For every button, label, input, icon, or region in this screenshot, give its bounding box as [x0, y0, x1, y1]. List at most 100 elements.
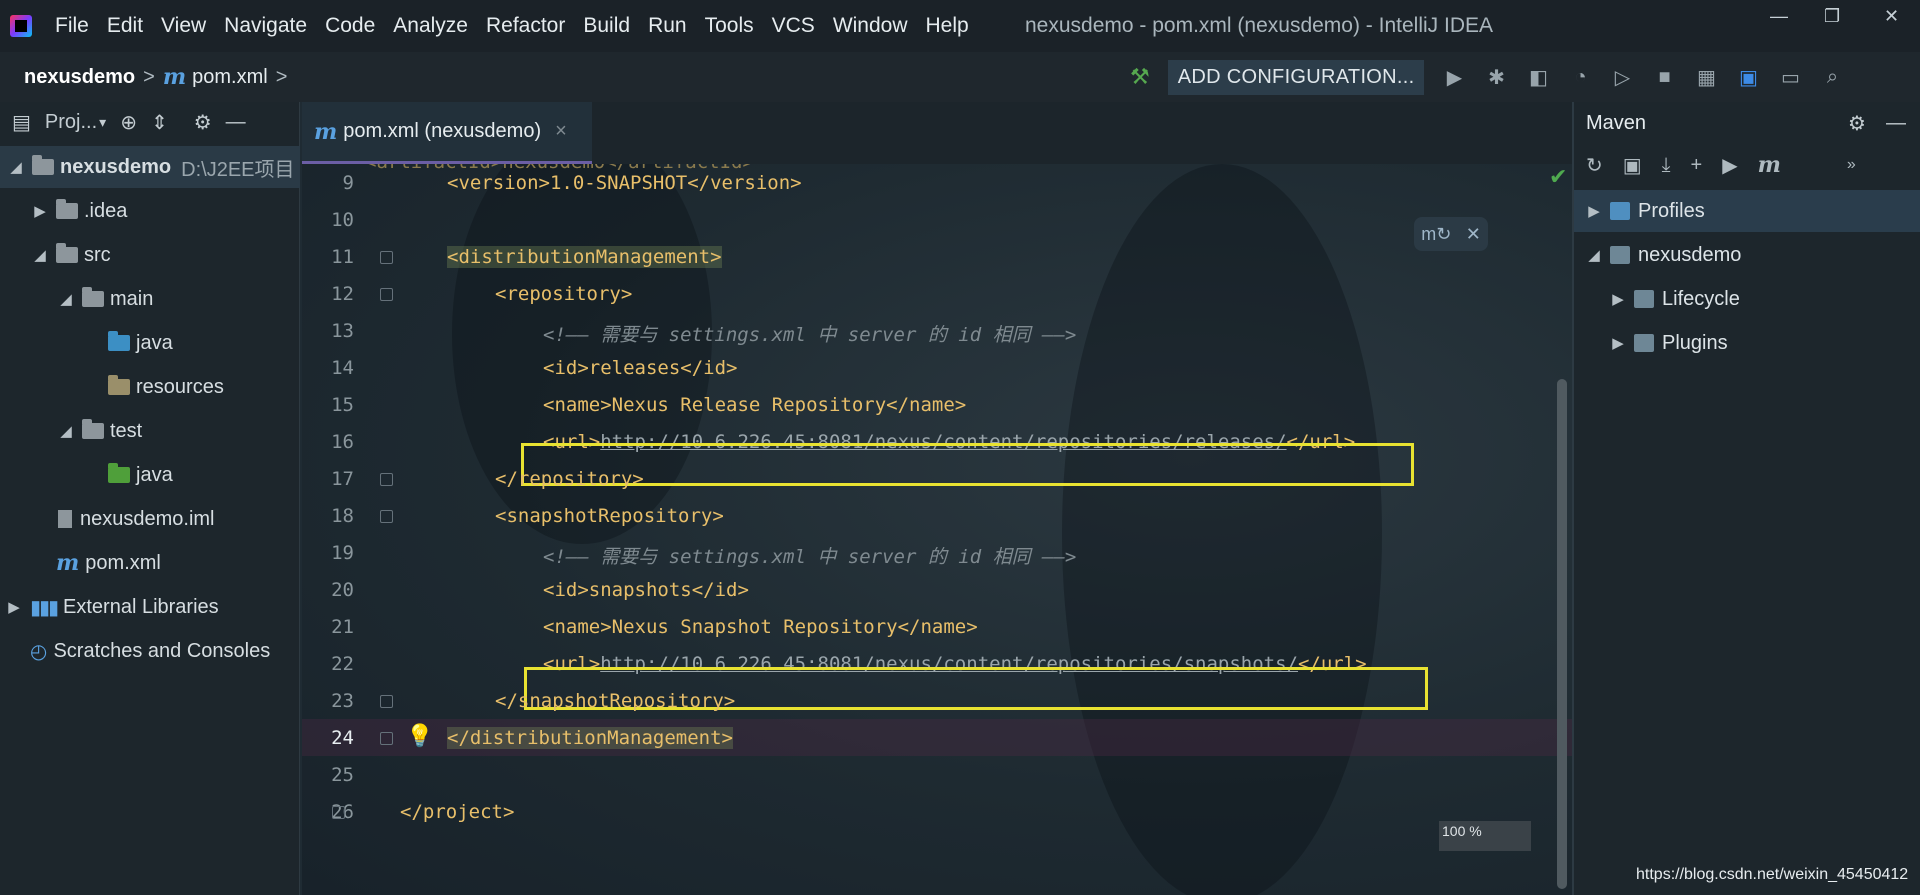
- expanded-caret-icon[interactable]: ◢: [6, 158, 26, 176]
- collapsed-caret-icon[interactable]: ▶: [1608, 334, 1628, 352]
- breadcrumb-file[interactable]: pom.xml: [192, 66, 268, 89]
- maven-item-lifecycle[interactable]: ▶ Lifecycle: [1574, 278, 1920, 320]
- maven-item-nexusdemo[interactable]: ◢ nexusdemo: [1574, 234, 1920, 276]
- fold-marker-icon[interactable]: [332, 806, 345, 819]
- menu-window[interactable]: Window: [824, 14, 917, 38]
- expanded-caret-icon[interactable]: ◢: [56, 422, 76, 440]
- collapsed-caret-icon[interactable]: ▶: [1608, 290, 1628, 308]
- code-editor[interactable]: <artifactId>nexusdemo</artifactId> 9 <ve…: [302, 164, 1572, 895]
- execute-goal-icon[interactable]: m: [1758, 152, 1781, 178]
- gear-icon[interactable]: ⚙: [1848, 111, 1866, 136]
- download-icon[interactable]: ⤓: [1662, 154, 1671, 177]
- menu-vcs[interactable]: VCS: [763, 14, 824, 38]
- maven-item-profiles[interactable]: ▶ Profiles: [1574, 190, 1920, 232]
- menu-run[interactable]: Run: [639, 14, 696, 38]
- inspection-ok-check-icon[interactable]: ✔: [1549, 164, 1567, 190]
- menu-code[interactable]: Code: [316, 14, 384, 38]
- build-hammer-icon[interactable]: ⚒: [1130, 64, 1150, 90]
- debug-icon[interactable]: ✱: [1484, 65, 1508, 90]
- project-view-selector[interactable]: Proj...: [45, 111, 97, 134]
- chevron-down-icon[interactable]: ▾: [99, 114, 106, 131]
- run-anything-icon[interactable]: ▷: [1610, 65, 1634, 90]
- expanded-caret-icon[interactable]: ◢: [30, 246, 50, 264]
- terminal-icon[interactable]: ▭: [1778, 65, 1802, 90]
- menu-help[interactable]: Help: [917, 14, 978, 38]
- code-comment: <!—— 需要与 settings.xml 中 server 的 id 相同 —…: [543, 546, 1077, 568]
- code-text: </distributionManagement>: [447, 727, 733, 749]
- translate-icon[interactable]: ▣: [1736, 65, 1760, 90]
- maven-item-label: nexusdemo: [1638, 243, 1742, 266]
- tab-pom-xml[interactable]: m pom.xml (nexusdemo) ×: [302, 102, 592, 164]
- collapsed-caret-icon[interactable]: ▶: [4, 598, 24, 616]
- code-text: </project>: [400, 801, 515, 823]
- tree-item-test-java[interactable]: java: [108, 454, 173, 496]
- fold-marker-icon[interactable]: [380, 695, 393, 708]
- menu-tools[interactable]: Tools: [696, 14, 763, 38]
- add-configuration-button[interactable]: ADD CONFIGURATION...: [1167, 59, 1425, 95]
- maven-reload-icon[interactable]: m↻: [1421, 224, 1451, 245]
- expanded-caret-icon[interactable]: ◢: [56, 290, 76, 308]
- menu-view[interactable]: View: [152, 14, 215, 38]
- locate-file-icon[interactable]: ⊕: [120, 110, 137, 135]
- hide-icon[interactable]: —: [226, 111, 246, 134]
- reload-icon[interactable]: ↻: [1586, 153, 1603, 178]
- fold-marker-icon[interactable]: [380, 288, 393, 301]
- tree-item-main[interactable]: ◢ main: [56, 278, 153, 320]
- collapsed-caret-icon[interactable]: ▶: [1584, 202, 1604, 220]
- tree-item-main-java[interactable]: java: [108, 322, 173, 364]
- fold-marker-icon[interactable]: [380, 510, 393, 523]
- maven-item-label: Plugins: [1662, 331, 1728, 354]
- tree-item-resources[interactable]: resources: [108, 366, 224, 408]
- search-everywhere-icon[interactable]: ⌕: [1820, 66, 1844, 89]
- close-icon[interactable]: ×: [555, 120, 567, 143]
- tree-item-external-libraries[interactable]: ▶ ▮▮▮ External Libraries: [4, 586, 219, 628]
- tree-item-pom[interactable]: m pom.xml: [56, 542, 161, 584]
- coverage-icon[interactable]: ◧: [1526, 65, 1550, 90]
- generate-sources-icon[interactable]: ▣: [1623, 153, 1642, 178]
- code-line: 25: [302, 756, 1572, 793]
- tree-item-iml[interactable]: nexusdemo.iml: [58, 498, 215, 540]
- line-number: 26: [331, 800, 354, 823]
- collapse-all-icon[interactable]: ⇕: [151, 110, 168, 135]
- expanded-caret-icon[interactable]: ◢: [1584, 246, 1604, 264]
- add-icon[interactable]: +: [1691, 154, 1703, 177]
- maven-title: Maven: [1586, 111, 1647, 134]
- collapsed-caret-icon[interactable]: ▶: [30, 202, 50, 220]
- close-window-button[interactable]: ✕: [1884, 6, 1899, 27]
- code-comment: <!—— 需要与 settings.xml 中 server 的 id 相同 —…: [543, 324, 1077, 346]
- lightbulb-icon[interactable]: 💡: [406, 723, 433, 749]
- fold-marker-icon[interactable]: [380, 473, 393, 486]
- more-icon[interactable]: »: [1847, 156, 1856, 174]
- tree-item-scratches[interactable]: ◴ Scratches and Consoles: [30, 630, 270, 672]
- menu-file[interactable]: File: [46, 14, 98, 38]
- tree-item-label: External Libraries: [63, 595, 219, 618]
- menu-refactor[interactable]: Refactor: [477, 14, 574, 38]
- run-icon[interactable]: ▶: [1442, 65, 1466, 90]
- restore-button[interactable]: ❐: [1824, 6, 1840, 27]
- menu-analyze[interactable]: Analyze: [384, 14, 477, 38]
- profile-icon[interactable]: ◔: [1568, 66, 1592, 89]
- fold-marker-icon[interactable]: [380, 251, 393, 264]
- gear-icon[interactable]: ⚙: [194, 110, 212, 135]
- vertical-scrollbar[interactable]: [1557, 379, 1567, 889]
- tree-item-label: java: [136, 331, 173, 354]
- line-number: 16: [331, 430, 354, 453]
- menu-navigate[interactable]: Navigate: [215, 14, 316, 38]
- library-icon: ▮▮▮: [30, 596, 59, 619]
- fold-marker-icon[interactable]: [380, 732, 393, 745]
- stop-icon[interactable]: ■: [1652, 66, 1676, 89]
- minimize-button[interactable]: —: [1770, 6, 1788, 27]
- line-number: 13: [331, 319, 354, 342]
- maven-item-plugins[interactable]: ▶ Plugins: [1574, 322, 1920, 364]
- close-icon[interactable]: ✕: [1466, 224, 1481, 245]
- tree-item-test[interactable]: ◢ test: [56, 410, 142, 452]
- breadcrumb-project[interactable]: nexusdemo: [24, 66, 135, 89]
- run-icon[interactable]: ▶: [1722, 153, 1737, 178]
- hide-icon[interactable]: —: [1886, 112, 1906, 135]
- menu-edit[interactable]: Edit: [98, 14, 152, 38]
- tree-item-idea[interactable]: ▶ .idea: [30, 190, 127, 232]
- project-structure-icon[interactable]: ▦: [1694, 65, 1718, 90]
- tree-item-nexusdemo[interactable]: ◢ nexusdemo D:\J2EE项目: [0, 146, 300, 188]
- menu-build[interactable]: Build: [574, 14, 639, 38]
- tree-item-src[interactable]: ◢ src: [30, 234, 111, 276]
